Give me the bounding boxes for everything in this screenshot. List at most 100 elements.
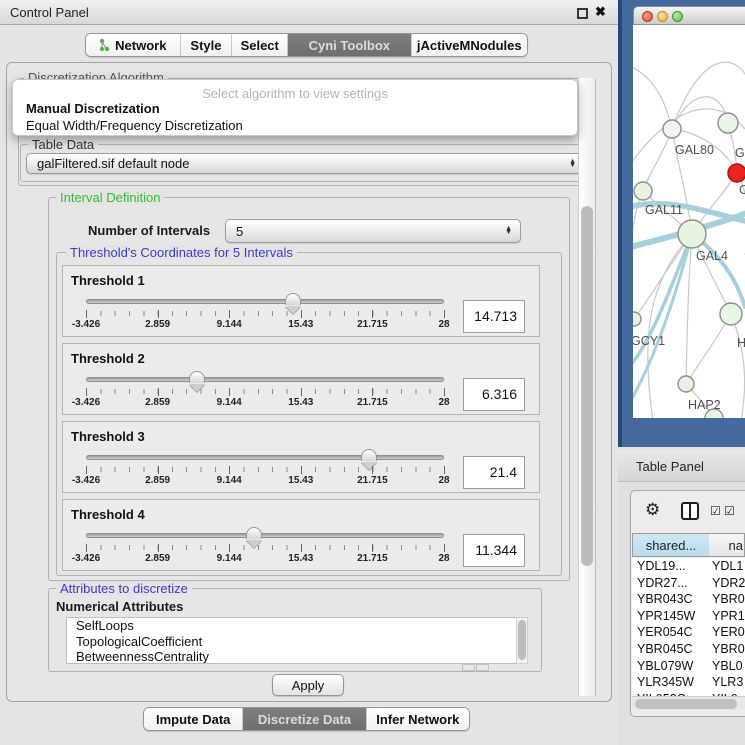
network-node-gal4[interactable]: [678, 220, 706, 248]
close-traffic-light-icon[interactable]: [642, 11, 653, 22]
dropdown-option[interactable]: Equal Width/Frequency Discretization: [16, 118, 574, 134]
tab-select[interactable]: Select: [232, 34, 288, 56]
table-cell-shared-name[interactable]: YBL079W: [632, 658, 708, 675]
table-cell-shared-name[interactable]: YLR345W: [632, 674, 708, 691]
table-rows[interactable]: YDL19...YDL1YDR27...YDR2YBR043CYBR0YPR14…: [632, 558, 745, 696]
slider-tick-label: 2.859: [133, 553, 183, 564]
tab-style[interactable]: Style: [181, 34, 233, 56]
threshold-value-field[interactable]: 21.4: [463, 456, 525, 489]
table-cell-name[interactable]: YER0: [708, 624, 745, 641]
table-row[interactable]: YDR27...YDR2: [632, 575, 745, 592]
slider-major-tick: [372, 310, 373, 318]
table-cell-shared-name[interactable]: YDR27...: [632, 575, 708, 592]
table-data-combo[interactable]: galFiltered.sif default node ▲▼: [26, 153, 585, 174]
table-settings-gear-icon[interactable]: ⚙: [645, 500, 660, 520]
select-columns-checkbox-icon[interactable]: ☑: [724, 504, 735, 518]
table-hscrollbar-thumb[interactable]: [635, 699, 737, 709]
table-column-header-name[interactable]: na: [709, 533, 745, 557]
network-window-titlebar[interactable]: [633, 6, 745, 25]
slider-thumb[interactable]: [361, 449, 377, 461]
minimize-traffic-light-icon[interactable]: [657, 11, 668, 22]
slider-thumb[interactable]: [189, 371, 205, 383]
table-cell-name[interactable]: YBL0: [708, 658, 745, 675]
slider-minor-ticks: [86, 389, 445, 394]
close-panel-icon[interactable]: ✖: [595, 4, 606, 20]
table-cell-name[interactable]: YBR0: [708, 641, 745, 658]
table-row[interactable]: YBR045CYBR0: [632, 641, 745, 658]
attribute-list-item[interactable]: TopologicalCoefficient: [67, 634, 516, 650]
combo-arrows-icon: ▲▼: [569, 160, 576, 168]
attributes-scrollbar[interactable]: [516, 617, 528, 664]
attribute-list-item[interactable]: BetweennessCentrality: [67, 649, 516, 664]
slider-track[interactable]: [86, 299, 444, 304]
table-cell-name[interactable]: YPR1: [708, 608, 745, 625]
threshold-label: Threshold 4: [71, 507, 145, 522]
network-node-h[interactable]: [720, 303, 742, 325]
network-node-gcy1[interactable]: [633, 312, 641, 326]
table-column-header-shared[interactable]: shared...: [632, 533, 710, 557]
threshold-label: Threshold 1: [71, 273, 145, 288]
control-panel: Control Panel ✖ NetworkStyleSelectCyni T…: [0, 0, 618, 745]
table-row[interactable]: YDL19...YDL1: [632, 558, 745, 575]
node-label: GAL4: [696, 249, 728, 263]
threshold-panel-2: Threshold 2-3.4262.8599.14415.4321.71528…: [62, 343, 540, 415]
table-row[interactable]: YER054CYER0: [632, 624, 745, 641]
tab-label: Cyni Toolbox: [309, 38, 390, 53]
slider-track[interactable]: [86, 533, 444, 538]
panel-scrollbar-thumb[interactable]: [581, 206, 593, 566]
table-cell-name[interactable]: YBR0: [708, 591, 745, 608]
threshold-value-field[interactable]: 11.344: [463, 534, 525, 567]
float-panel-icon[interactable]: [577, 8, 588, 19]
network-node-g[interactable]: [718, 113, 738, 133]
threshold-label: Threshold 2: [71, 351, 145, 366]
table-cell-name[interactable]: YLR3: [708, 674, 745, 691]
slider-track[interactable]: [86, 377, 444, 382]
threshold-panel-3: Threshold 3-3.4262.8599.14415.4321.71528…: [62, 421, 540, 493]
select-columns-checkbox-icon[interactable]: ☑: [710, 504, 721, 518]
table-row[interactable]: YBL079WYBL0: [632, 658, 745, 675]
tab-infer-network[interactable]: Infer Network: [367, 708, 469, 730]
table-cell-shared-name[interactable]: YER054C: [632, 624, 708, 641]
column-layout-icon[interactable]: [681, 502, 699, 520]
table-row[interactable]: YLR345WYLR3: [632, 674, 745, 691]
list-corner-button[interactable]: [462, 664, 475, 671]
network-view-canvas[interactable]: GAL80GCGAL11GAL4GCY1HHAP2: [633, 25, 745, 418]
slider-track[interactable]: [86, 455, 444, 460]
node-label: HAP2: [688, 398, 721, 412]
tab-cyni-toolbox[interactable]: Cyni Toolbox: [288, 34, 411, 56]
dropdown-option[interactable]: Manual Discretization: [16, 101, 574, 117]
table-row[interactable]: YBR043CYBR0: [632, 591, 745, 608]
app-root: Control Panel ✖ NetworkStyleSelectCyni T…: [0, 0, 745, 745]
numerical-attributes-list[interactable]: SelfLoopsTopologicalCoefficientBetweenne…: [66, 617, 516, 664]
table-cell-shared-name[interactable]: YBR045C: [632, 641, 708, 658]
slider-major-tick: [301, 544, 302, 552]
tab-jactivemnodules[interactable]: jActiveMNodules: [412, 34, 527, 56]
scrollbar-thumb[interactable]: [518, 620, 526, 660]
num-intervals-combo[interactable]: 5 ▲▼: [225, 219, 521, 243]
table-cell-shared-name[interactable]: YDL19...: [632, 558, 708, 575]
zoom-traffic-light-icon[interactable]: [672, 11, 683, 22]
slider-major-tick: [444, 466, 445, 474]
table-hscrollbar-track[interactable]: [632, 696, 745, 710]
slider-thumb[interactable]: [285, 293, 301, 305]
table-cell-shared-name[interactable]: YBR043C: [632, 591, 708, 608]
network-node-gal11[interactable]: [634, 182, 652, 200]
table-cell-name[interactable]: YDL1: [708, 558, 745, 575]
threshold-value-field[interactable]: 6.316: [463, 378, 525, 411]
table-cell-shared-name[interactable]: YPR145W: [632, 608, 708, 625]
table-cell-name[interactable]: YDR2: [708, 575, 745, 592]
network-node-c[interactable]: [728, 164, 745, 182]
slider-tick-label: -3.426: [61, 397, 111, 408]
attribute-list-item[interactable]: SelfLoops: [67, 618, 516, 634]
network-node-gal80[interactable]: [663, 120, 681, 138]
table-data-title: Table Data: [28, 137, 98, 152]
apply-button[interactable]: Apply: [272, 674, 344, 696]
tab-discretize-data[interactable]: Discretize Data: [243, 708, 366, 730]
tab-network[interactable]: Network: [86, 34, 181, 56]
slider-thumb[interactable]: [246, 527, 262, 539]
network-node-hap2[interactable]: [678, 376, 694, 392]
table-row[interactable]: YPR145WYPR1: [632, 608, 745, 625]
list-corner-button[interactable]: [476, 664, 489, 671]
threshold-value-field[interactable]: 14.713: [463, 300, 525, 333]
tab-impute-data[interactable]: Impute Data: [144, 708, 243, 730]
